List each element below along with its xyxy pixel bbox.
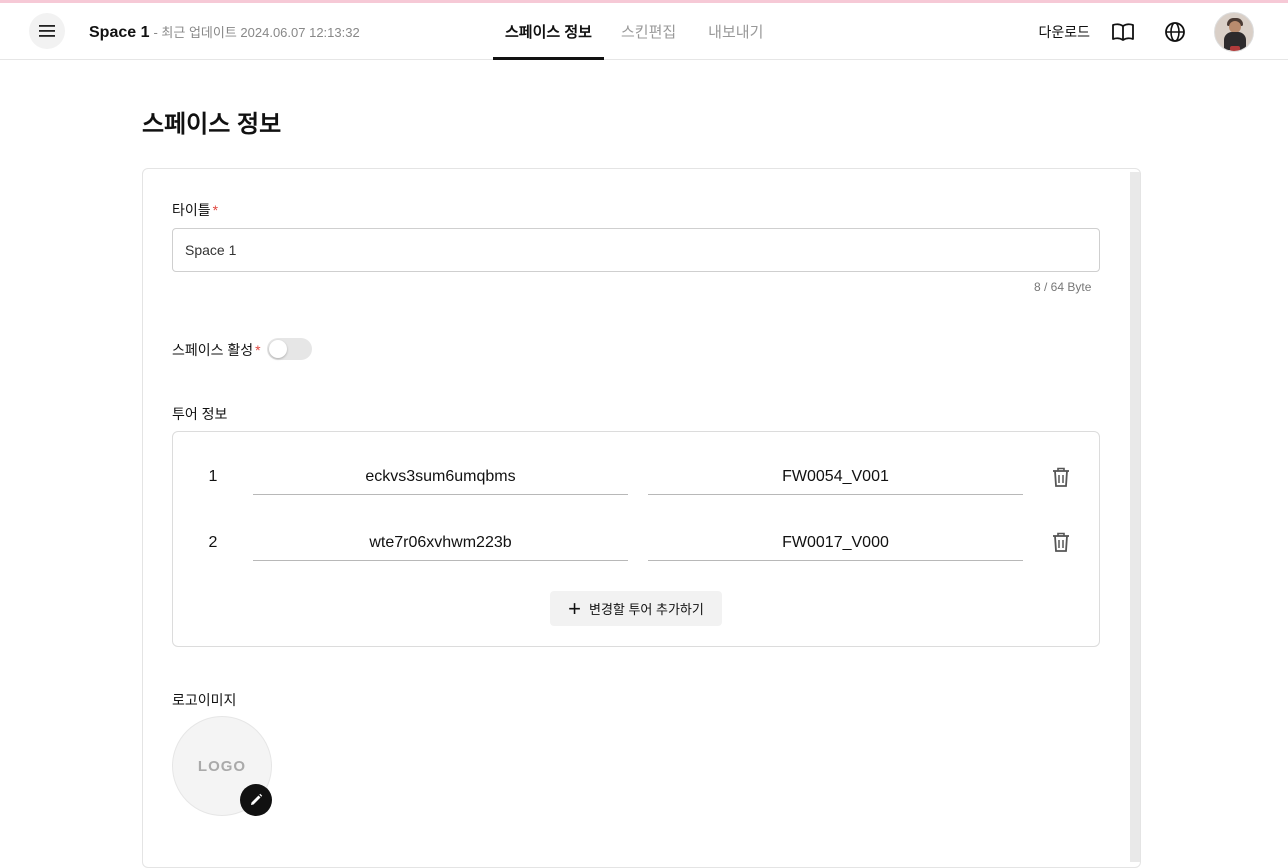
avatar[interactable] [1214,12,1254,52]
active-field-label: 스페이스 활성 * [172,340,261,360]
plus-icon: + [568,595,581,621]
language-button[interactable] [1162,19,1188,45]
delete-tour-button[interactable] [1050,466,1072,488]
required-mark: * [212,202,219,218]
page-title: 스페이스 정보 [142,111,282,138]
title-field-label: 타이틀 * [172,200,218,220]
title-input[interactable]: Space 1 [172,228,1100,272]
tour-version-input[interactable]: FW0054_V001 [648,459,1023,495]
active-label-text: 스페이스 활성 [172,342,254,358]
menu-icon [39,25,55,37]
edit-logo-button[interactable] [240,784,272,816]
trash-icon [1053,467,1069,487]
add-tour-label: 변경할 투어 추가하기 [588,602,704,617]
required-mark: * [255,342,261,358]
delete-tour-button[interactable] [1050,531,1072,553]
download-button[interactable]: 다운로드 [1038,22,1090,42]
byte-counter: 8 / 64 Byte [1034,280,1092,294]
tour-version-input[interactable]: FW0017_V000 [648,525,1023,561]
tab-export[interactable]: 내보내기 [696,3,775,60]
tour-id-input[interactable]: wte7r06xvhwm223b [253,525,628,561]
trash-icon [1053,532,1069,552]
title-label-text: 타이틀 [172,202,211,218]
tab-skin-edit[interactable]: 스킨편집 [609,3,688,60]
header-actions: 다운로드 [1038,10,1254,54]
top-bar: Space 1 - 최근 업데이트 2024.06.07 12:13:32 스페… [0,3,1288,60]
pencil-icon [251,793,263,805]
book-icon [1112,23,1134,41]
guide-button[interactable] [1110,19,1136,45]
space-name: Space 1 [89,24,150,41]
tab-space-info[interactable]: 스페이스 정보 [493,3,604,60]
logo-image-label: 로고이미지 [172,692,237,708]
last-updated: - 최근 업데이트 2024.06.07 12:13:32 [153,25,360,40]
tour-row-number: 2 [208,534,218,551]
tour-row-number: 1 [208,468,218,485]
add-tour-button[interactable]: + 변경할 투어 추가하기 [550,591,722,626]
space-title: Space 1 - 최근 업데이트 2024.06.07 12:13:32 [89,22,360,42]
toggle-knob [269,340,287,358]
scrollbar[interactable] [1130,172,1140,862]
tour-info-label: 투어 정보 [172,406,228,422]
menu-button[interactable] [29,13,65,49]
space-active-toggle[interactable] [267,338,312,360]
tab-bar: 스페이스 정보 스킨편집 내보내기 [493,3,783,60]
tour-id-input[interactable]: eckvs3sum6umqbms [253,459,628,495]
globe-icon [1165,22,1185,42]
